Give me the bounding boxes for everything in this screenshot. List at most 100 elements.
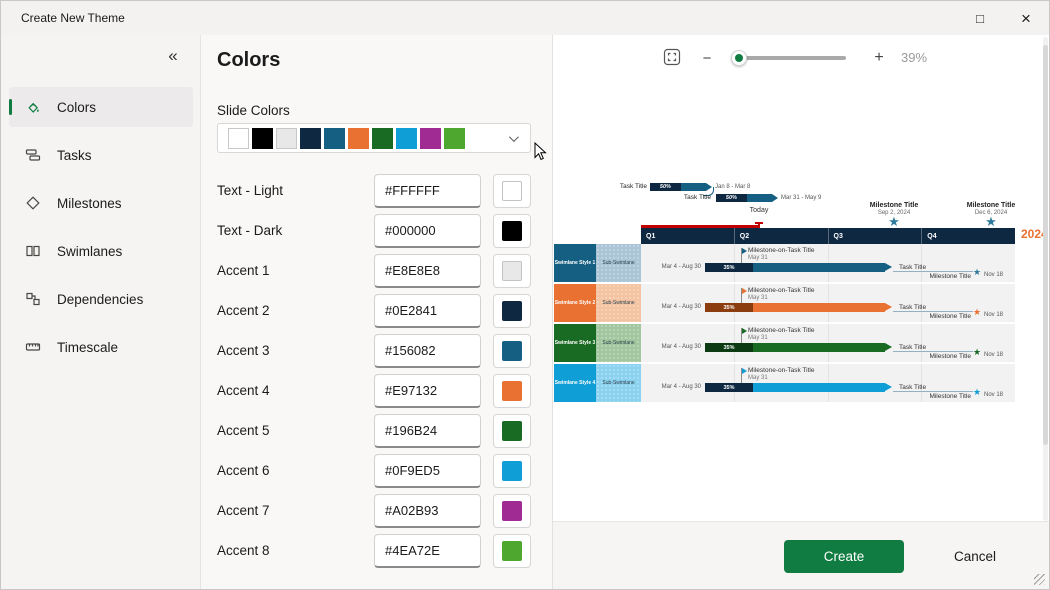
- swimlane-label: Swimlane Style 2: [554, 284, 596, 322]
- swimlane-row: Swimlane Style 2 Sub-Swimlane Milestone-…: [554, 284, 1015, 322]
- task-bar: 35%: [705, 263, 885, 272]
- color-swatch-button[interactable]: [493, 294, 531, 328]
- resize-grip[interactable]: [1034, 574, 1045, 585]
- color-row-label: Accent 3: [217, 334, 270, 368]
- milestone-date: Nov 18: [984, 272, 1003, 278]
- hex-color-input[interactable]: [374, 494, 481, 528]
- color-swatch: [502, 501, 522, 521]
- create-new-theme-dialog: Create New Theme □ × « Colors Tasks Mile…: [0, 0, 1050, 590]
- milestone-star-icon: ★: [973, 388, 981, 397]
- sidebar-item-colors[interactable]: Colors: [9, 87, 193, 127]
- quarter-label: Q1: [641, 228, 734, 244]
- color-swatch-button[interactable]: [493, 494, 531, 528]
- sub-swimlane-name: Sub-Swimlane: [602, 380, 634, 386]
- color-swatch: [502, 221, 522, 241]
- task-bar: 35%: [705, 343, 885, 352]
- palette-swatch: [372, 128, 393, 149]
- task-percent: 35%: [723, 385, 734, 391]
- milestone-star-icon: ★: [931, 215, 1050, 228]
- hex-color-input[interactable]: [374, 334, 481, 368]
- task-dates: Jan 8 - Mar 8: [715, 184, 750, 190]
- gantt-preview: Task Title 50% Jan 8 - Mar 8 Task Title …: [553, 181, 1050, 416]
- color-row: Accent 5: [201, 414, 553, 448]
- create-button[interactable]: Create: [784, 540, 904, 573]
- milestone-on-task-title: Milestone-on-Task Title: [748, 247, 814, 254]
- milestone-title: Milestone Title: [931, 202, 1050, 209]
- color-swatch-button[interactable]: [493, 454, 531, 488]
- timescale-icon: [25, 339, 41, 355]
- color-row-label: Text - Light: [217, 174, 283, 208]
- color-swatch-button[interactable]: [493, 334, 531, 368]
- hex-color-input[interactable]: [374, 254, 481, 288]
- close-button[interactable]: ×: [1003, 1, 1049, 35]
- color-row: Accent 8: [201, 534, 553, 568]
- today-marker: [755, 222, 763, 224]
- color-swatch-button[interactable]: [493, 214, 531, 248]
- swimlane-row: Swimlane Style 4 Sub-Swimlane Milestone-…: [554, 364, 1015, 402]
- elapsed-time-line: [641, 225, 759, 228]
- hex-color-input[interactable]: [374, 214, 481, 248]
- task-bar: 35%: [705, 303, 885, 312]
- sidebar-item-timescale[interactable]: Timescale: [9, 327, 193, 367]
- maximize-icon: □: [976, 11, 984, 26]
- hex-color-input[interactable]: [374, 294, 481, 328]
- scrollbar-thumb[interactable]: [1043, 45, 1048, 445]
- milestones-icon: [25, 195, 41, 211]
- swimlane-row: Swimlane Style 1 Sub-Swimlane Milestone-…: [554, 244, 1015, 282]
- hex-color-input[interactable]: [374, 374, 481, 408]
- task-label: Task Title: [653, 194, 711, 201]
- zoom-slider-thumb[interactable]: [731, 50, 747, 66]
- palette-swatch: [276, 128, 297, 149]
- hex-color-input[interactable]: [374, 414, 481, 448]
- fit-icon: [663, 48, 681, 66]
- color-row: Accent 3: [201, 334, 553, 368]
- color-swatch-button[interactable]: [493, 174, 531, 208]
- color-row-label: Accent 1: [217, 254, 270, 288]
- color-swatch-button[interactable]: [493, 374, 531, 408]
- color-row: Accent 1: [201, 254, 553, 288]
- palette-swatch: [348, 128, 369, 149]
- color-swatch: [502, 421, 522, 441]
- hex-color-input[interactable]: [374, 534, 481, 568]
- page-title: Colors: [217, 49, 280, 72]
- slide-colors-label: Slide Colors: [217, 103, 290, 118]
- color-swatch: [502, 461, 522, 481]
- color-swatch-button[interactable]: [493, 254, 531, 288]
- sidebar-collapse-button[interactable]: «: [160, 43, 186, 69]
- color-swatch: [502, 181, 522, 201]
- close-icon: ×: [1021, 10, 1031, 27]
- zoom-in-button[interactable]: +: [869, 45, 889, 71]
- maximize-button[interactable]: □: [957, 1, 1003, 35]
- sub-swimlane-label: Sub-Swimlane: [596, 244, 641, 282]
- color-swatch: [502, 341, 522, 361]
- task-dates: Mar 4 - Aug 30: [641, 344, 701, 350]
- zoom-slider[interactable]: [734, 56, 846, 60]
- sidebar-item-swimlanes[interactable]: Swimlanes: [9, 231, 193, 271]
- window-title: Create New Theme: [21, 11, 125, 25]
- milestone-flag-icon: [741, 328, 742, 343]
- color-swatch-button[interactable]: [493, 414, 531, 448]
- milestone-flag-icon: [741, 368, 742, 383]
- quarter-label: Q3: [828, 228, 922, 244]
- sidebar-item-tasks[interactable]: Tasks: [9, 135, 193, 175]
- task-dates: Mar 4 - Aug 30: [641, 264, 701, 270]
- tasks-icon: [25, 147, 41, 163]
- slide-colors-dropdown[interactable]: [217, 123, 531, 153]
- color-swatch-button[interactable]: [493, 534, 531, 568]
- milestone-title: Milestone Title: [877, 353, 971, 360]
- milestone-on-task-title: Milestone-on-Task Title: [748, 327, 814, 334]
- sidebar-item-milestones[interactable]: Milestones: [9, 183, 193, 223]
- hex-color-input[interactable]: [374, 174, 481, 208]
- fit-to-screen-button[interactable]: [661, 47, 683, 69]
- zoom-level: 39%: [901, 50, 927, 65]
- color-swatch: [502, 541, 522, 561]
- milestone-flag-icon: [741, 288, 742, 303]
- sidebar-item-dependencies[interactable]: Dependencies: [9, 279, 193, 319]
- cancel-button[interactable]: Cancel: [937, 540, 1013, 573]
- milestone-star-icon: ★: [973, 308, 981, 317]
- hex-color-input[interactable]: [374, 454, 481, 488]
- task-label: Task Title: [899, 264, 926, 271]
- sidebar-item-label: Dependencies: [57, 292, 143, 307]
- zoom-out-button[interactable]: −: [697, 45, 717, 71]
- preview-scrollbar[interactable]: [1043, 37, 1048, 521]
